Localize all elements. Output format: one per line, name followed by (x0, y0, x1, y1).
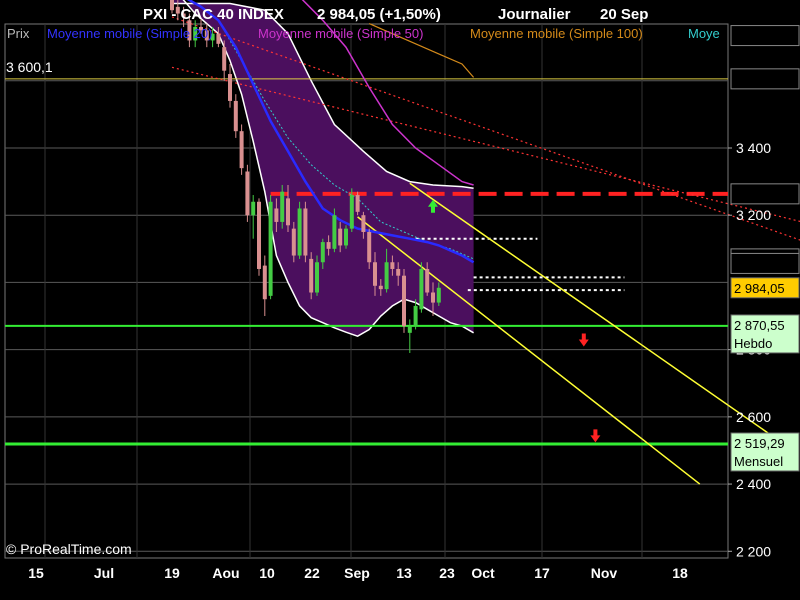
price-tag-label: 3 263,53 (734, 187, 785, 202)
y-tick-label: 2 400 (736, 476, 771, 492)
candle-body (407, 326, 412, 333)
candle-body (309, 258, 314, 293)
y-tick-label: 2 600 (736, 409, 771, 425)
x-tick-label: 22 (304, 565, 320, 581)
x-tick-label: Aou (212, 565, 239, 581)
candle-body (286, 198, 290, 226)
candle-body (344, 228, 348, 246)
price-tag-label: 2 870,55 (734, 318, 785, 333)
candle-body (268, 201, 273, 296)
price-tag-sub: Mensuel (734, 454, 783, 469)
candle-body (425, 268, 430, 293)
x-tick-label: 15 (28, 565, 44, 581)
price-tag-label: 2 984,05 (734, 281, 785, 296)
price-tag-label: 3 056,5 (734, 256, 777, 271)
candle-body (349, 195, 354, 229)
candle-body (419, 268, 424, 310)
candle-body (396, 268, 401, 276)
candle-body (402, 275, 406, 327)
candle-body (373, 262, 377, 286)
candlestick-chart: 2 2002 4002 6002 8003 2003 40015Jul19Aou… (0, 0, 800, 600)
candle-body (262, 265, 267, 300)
candle-body (384, 262, 389, 290)
x-tick-label: 17 (534, 565, 550, 581)
legend-extra: Moye (688, 26, 720, 41)
x-tick-label: 13 (396, 565, 412, 581)
level-label: 3 600,1 (6, 59, 53, 75)
candle-body (361, 215, 366, 233)
price-tag-label: 3 734,5 (734, 29, 777, 44)
x-tick-label: 23 (439, 565, 455, 581)
y-tick-label: 2 200 (736, 543, 771, 559)
x-tick-label: 18 (672, 565, 688, 581)
candle-body (274, 208, 279, 222)
candle-body (251, 201, 256, 216)
candle-body (257, 201, 261, 269)
candle-body (315, 262, 319, 293)
candle-body (239, 131, 244, 169)
chart-quote: 2 984,05 (+1,50%) (317, 6, 441, 23)
legend-sma20: Moyenne mobile (Simple 20) (47, 26, 212, 41)
chart-period: Journalier (498, 6, 571, 23)
candle-body (367, 232, 372, 263)
x-tick-label: 10 (259, 565, 275, 581)
candle-body (390, 262, 395, 269)
candle-body (245, 171, 250, 216)
x-tick-label: Jul (94, 565, 114, 581)
candle-body (280, 191, 285, 222)
y-tick-label: 3 200 (736, 207, 771, 223)
candle-body (436, 287, 441, 303)
legend-sma50: Moyenne mobile (Simple 50) (258, 26, 423, 41)
candle-body (431, 292, 435, 303)
x-tick-label: 19 (164, 565, 180, 581)
candle-body (291, 228, 296, 256)
legend-prix: Prix (7, 26, 30, 41)
candle-body (338, 228, 343, 246)
x-tick-label: Oct (471, 565, 495, 581)
chart-date: 20 Sep (600, 6, 648, 23)
price-tag-label: 2 519,29 (734, 436, 785, 451)
candle-body (228, 74, 232, 101)
candle-body (303, 208, 308, 256)
candle-body (222, 47, 227, 71)
x-tick-label: Sep (344, 565, 370, 581)
chart-title: PXI - CAC 40 INDEX (143, 6, 284, 23)
price-tag-label: 3 605,7 (734, 72, 777, 87)
chart-legend: Prix Moyenne mobile (Simple 20) Moyenne … (7, 26, 720, 41)
y-tick-label: 3 400 (736, 140, 771, 156)
candle-body (413, 305, 418, 327)
candle-body (378, 285, 383, 290)
candle-body (332, 215, 337, 249)
legend-sma100: Moyenne mobile (Simple 100) (470, 26, 643, 41)
candle-body (216, 33, 221, 44)
candle-body (355, 195, 360, 212)
candle-body (326, 242, 331, 249)
x-tick-label: Nov (591, 565, 618, 581)
candle-body (320, 242, 325, 263)
candle-body (297, 208, 302, 256)
price-tag-sub: Hebdo (734, 336, 772, 351)
copyright: © ProRealTime.com (6, 541, 132, 557)
candle-body (233, 100, 238, 132)
